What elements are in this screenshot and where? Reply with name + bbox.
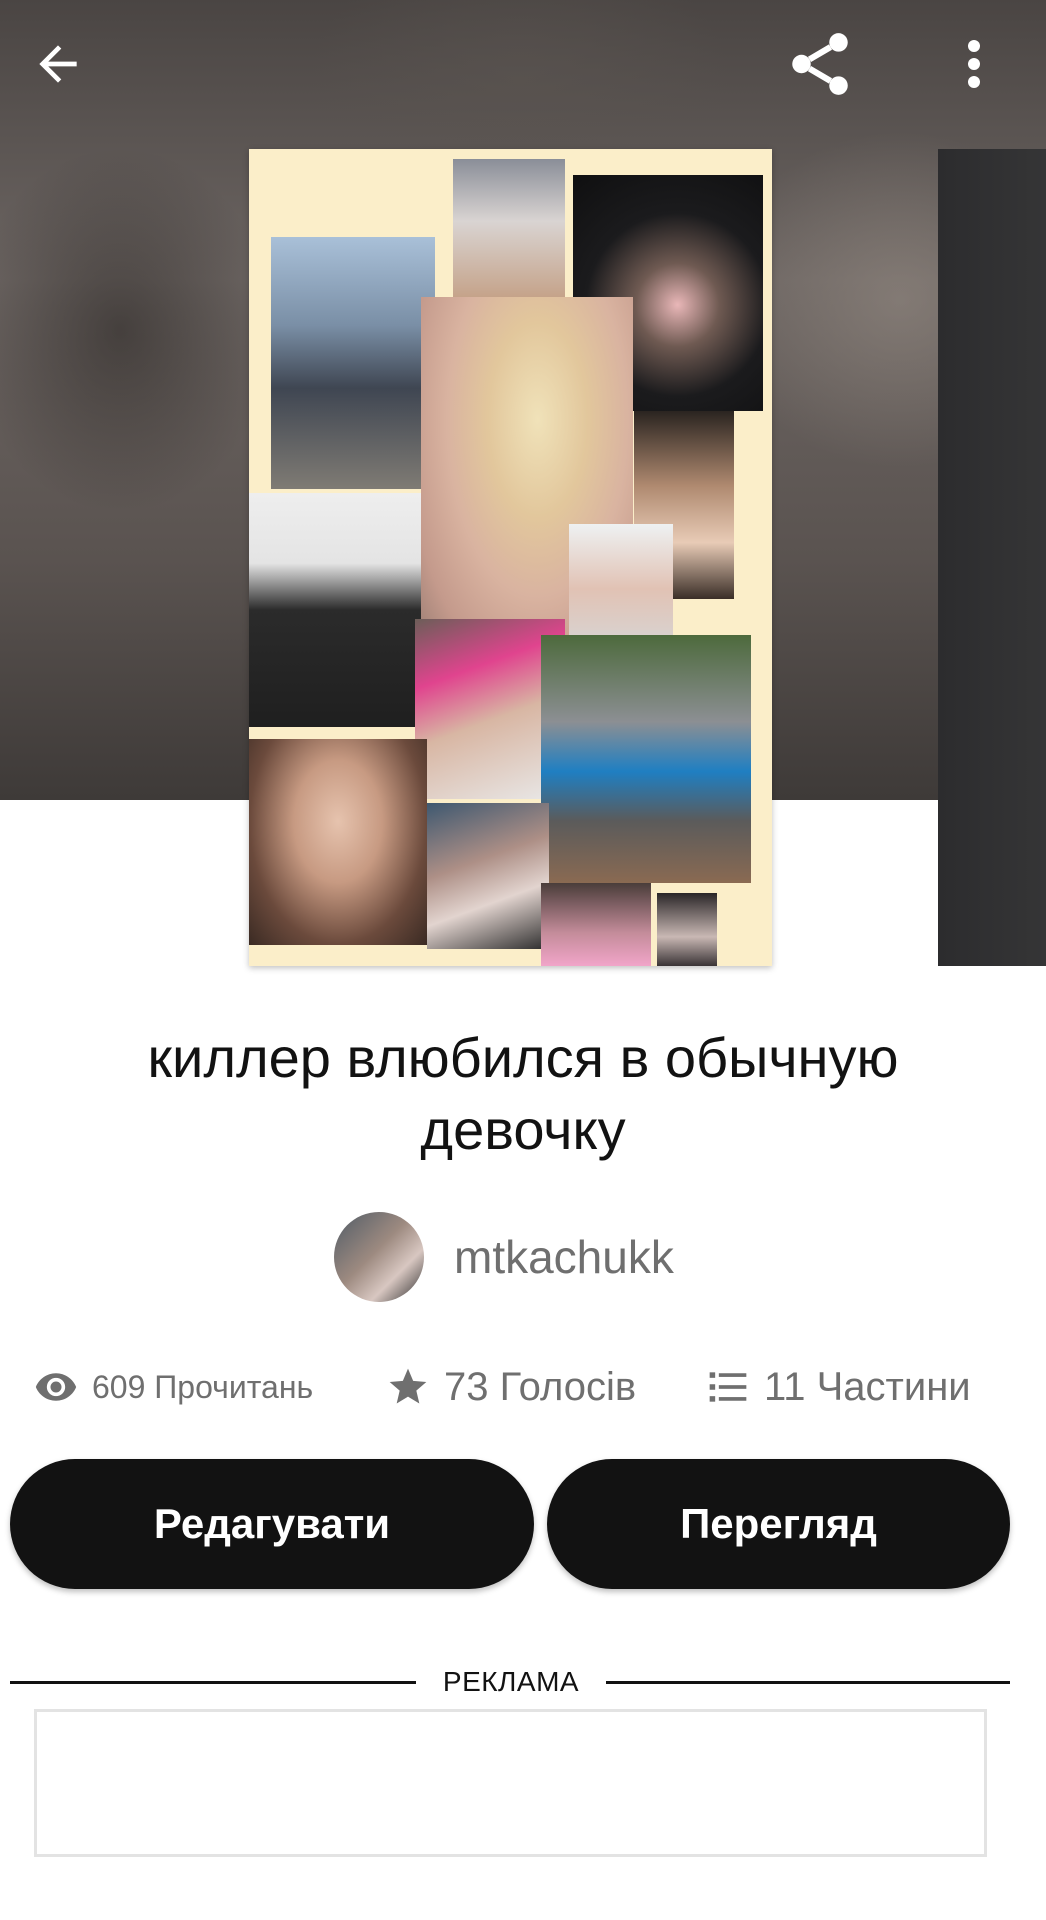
back-button[interactable]	[22, 28, 94, 100]
preview-button[interactable]: Перегляд	[547, 1459, 1010, 1589]
edit-button[interactable]: Редагувати	[10, 1459, 534, 1589]
author-avatar[interactable]	[334, 1212, 424, 1302]
ad-container[interactable]	[34, 1709, 987, 1857]
collage-photo	[427, 803, 549, 949]
collage-photo	[657, 893, 717, 966]
votes-stat: 73 Голосів	[386, 1352, 636, 1422]
collage-photo	[541, 883, 651, 966]
story-stats: 609 Прочитань 73 Голосів 11 Частини	[0, 1352, 1046, 1422]
more-vertical-icon	[968, 40, 980, 88]
list-icon	[709, 1372, 747, 1402]
author-link[interactable]: mtkachukk	[334, 1212, 674, 1302]
collage-photo	[249, 493, 421, 727]
story-cover-image[interactable]	[249, 149, 772, 966]
share-icon	[792, 33, 848, 95]
share-button[interactable]	[780, 24, 860, 104]
next-story-cover[interactable]	[938, 149, 1046, 966]
star-icon	[389, 1368, 427, 1404]
ad-label: РЕКЛАМА	[442, 1666, 580, 1697]
parts-stat: 11 Частини	[706, 1352, 971, 1422]
collage-photo	[249, 739, 427, 945]
collage-photo	[541, 635, 751, 883]
divider-line	[10, 1681, 416, 1684]
reads-stat: 609 Прочитань	[34, 1352, 313, 1422]
parts-count: 11 Частини	[764, 1364, 971, 1409]
author-name[interactable]: mtkachukk	[454, 1230, 674, 1284]
top-app-bar	[0, 0, 1046, 130]
collage-photo	[271, 237, 435, 489]
more-options-button[interactable]	[944, 28, 1004, 100]
arrow-left-icon	[39, 45, 77, 83]
collage-photo	[453, 159, 565, 297]
story-title: киллер влюбился в обычную девочку	[147, 1026, 899, 1161]
divider-line	[606, 1681, 1010, 1684]
reads-count: 609 Прочитань	[92, 1368, 314, 1405]
votes-count: 73 Голосів	[444, 1364, 637, 1409]
ad-divider: РЕКЛАМА	[10, 1662, 1010, 1702]
eye-icon	[35, 1373, 77, 1401]
